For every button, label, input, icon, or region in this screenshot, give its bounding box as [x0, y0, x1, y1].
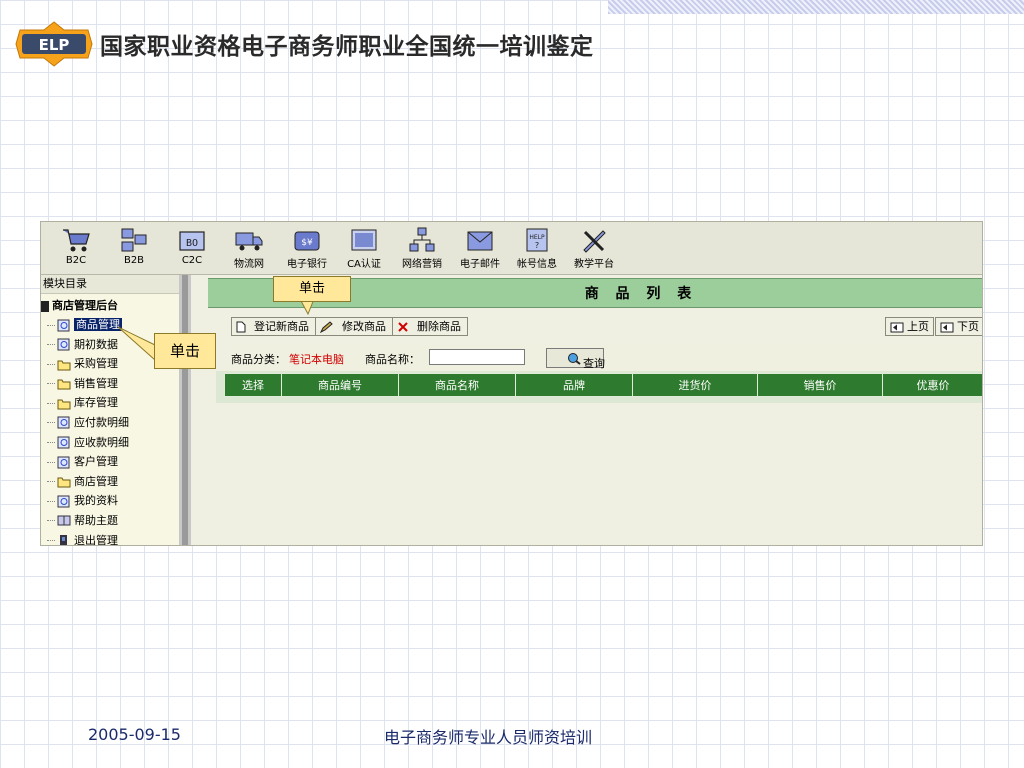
module-toolbar: B2C B2B BO C2C 物流网 $¥ 电子银行 CA认证 网络营销 电子邮…	[41, 222, 982, 275]
register-product-button[interactable]: 登记新商品	[231, 317, 316, 336]
slide-title: 国家职业资格电子商务师职业全国统一培训鉴定	[100, 34, 594, 60]
svg-text:?: ?	[535, 241, 539, 250]
page-icon	[57, 338, 70, 351]
top-decoration-strip	[608, 0, 1024, 14]
prev-page-button[interactable]: 上页	[885, 317, 934, 336]
col-product-id[interactable]: 商品编号	[281, 373, 399, 397]
pagination: 上页 下页	[884, 317, 982, 336]
toolbar-ebank[interactable]: $¥ 电子银行	[281, 226, 333, 270]
toolbar-teaching[interactable]: 教学平台	[569, 226, 619, 270]
email-icon	[467, 231, 493, 251]
elp-logo: ELP	[14, 20, 94, 68]
footer-date: 2005-09-15	[88, 725, 181, 744]
col-sale-price[interactable]: 销售价	[757, 373, 883, 397]
svg-text:ELP: ELP	[39, 36, 70, 54]
sidebar-scrollbar[interactable]	[179, 275, 191, 545]
edit-product-button[interactable]: 修改商品	[315, 317, 393, 336]
col-product-name[interactable]: 商品名称	[398, 373, 516, 397]
sidebar-item-receivables[interactable]: 应收款明细	[41, 433, 179, 453]
sidebar-item-my-profile[interactable]: 我的资料	[41, 491, 179, 511]
sidebar-header: 模块目录	[41, 275, 179, 294]
bank-wallet-icon: $¥	[294, 231, 320, 251]
page-icon	[57, 495, 70, 508]
sidebar-item-store-management[interactable]: 商店管理	[41, 472, 179, 492]
delete-product-button[interactable]: 删除商品	[392, 317, 468, 336]
callout-click-register: 单击	[273, 276, 351, 302]
scrollbar-track	[182, 275, 188, 545]
col-select[interactable]: 选择	[224, 373, 282, 397]
product-name-input[interactable]	[429, 349, 525, 365]
folder-icon	[57, 477, 71, 488]
sidebar-item-help[interactable]: 帮助主题	[41, 511, 179, 531]
tools-icon	[583, 230, 606, 253]
next-page-icon	[940, 322, 954, 332]
sidebar-item-payables[interactable]: 应付款明细	[41, 413, 179, 433]
query-button[interactable]: 查询	[546, 348, 605, 370]
new-page-icon	[236, 321, 246, 333]
svg-text:HELP: HELP	[529, 234, 545, 241]
col-discount-price[interactable]: 优惠价	[882, 373, 982, 397]
toolbar-b2b[interactable]: B2B	[117, 226, 151, 266]
category-label: 商品分类：	[231, 353, 286, 366]
col-purchase-price[interactable]: 进货价	[632, 373, 758, 397]
toolbar-b2c[interactable]: B2C	[59, 226, 93, 266]
page-icon	[57, 436, 70, 449]
toolbar-marketing[interactable]: 网络营销	[397, 226, 447, 270]
product-table: 选择 商品编号 商品名称 品牌 进货价 销售价 优惠价	[224, 373, 982, 397]
folder-icon	[57, 360, 71, 371]
page-icon	[57, 416, 70, 429]
page-icon	[57, 319, 70, 331]
svg-text:BO: BO	[186, 238, 198, 249]
module-sidebar: 模块目录 商店管理后台 商品管理 期初数据 采购管理 销售管理 库存管理 应付款…	[41, 275, 179, 545]
toolbar-email[interactable]: 电子邮件	[455, 226, 505, 270]
help-account-icon: HELP ?	[526, 228, 548, 252]
folder-icon	[57, 399, 71, 410]
sidebar-item-exit[interactable]: 退出管理	[41, 531, 179, 545]
prev-page-icon	[890, 322, 904, 332]
callout-click-product-management: 单击	[154, 333, 216, 369]
product-list-panel: 商 品 列 表 登记新商品 修改商品 删除商品 上页 下页 商品分类： 笔记本电…	[191, 275, 982, 545]
search-bar: 商品分类： 笔记本电脑 商品名称： 查询	[229, 345, 982, 371]
folder-icon	[57, 379, 71, 390]
cart-icon	[63, 229, 90, 252]
action-buttons: 登记新商品 修改商品 删除商品	[231, 317, 468, 336]
product-table-container: 选择 商品编号 商品名称 品牌 进货价 销售价 优惠价	[216, 371, 982, 403]
search-globe-icon	[568, 352, 581, 365]
certificate-icon	[351, 229, 377, 251]
pencil-icon	[320, 321, 333, 333]
category-value[interactable]: 笔记本电脑	[289, 351, 344, 367]
exit-icon	[60, 535, 67, 545]
delete-x-icon	[398, 322, 408, 332]
sidebar-item-customers[interactable]: 客户管理	[41, 452, 179, 472]
toolbar-ca[interactable]: CA认证	[343, 226, 385, 270]
app-screenshot: B2C B2B BO C2C 物流网 $¥ 电子银行 CA认证 网络营销 电子邮…	[40, 221, 983, 546]
truck-icon	[235, 232, 263, 251]
toolbar-account[interactable]: HELP ? 帐号信息	[513, 226, 561, 270]
svg-text:$¥: $¥	[301, 238, 313, 248]
b2b-network-icon	[121, 228, 147, 252]
sidebar-item-sales[interactable]: 销售管理	[41, 374, 179, 394]
next-page-button[interactable]: 下页	[935, 317, 982, 336]
toolbar-c2c[interactable]: BO C2C	[175, 226, 209, 266]
admin-user-icon	[41, 300, 49, 312]
col-brand[interactable]: 品牌	[515, 373, 633, 397]
table-header-row: 选择 商品编号 商品名称 品牌 进货价 销售价 优惠价	[224, 373, 982, 397]
toolbar-logistics[interactable]: 物流网	[227, 226, 271, 270]
sidebar-root[interactable]: 商店管理后台	[41, 294, 179, 315]
name-label: 商品名称：	[365, 353, 420, 366]
sidebar-item-inventory[interactable]: 库存管理	[41, 393, 179, 413]
help-book-icon	[57, 515, 71, 526]
c2c-icon: BO	[179, 231, 205, 251]
network-tree-icon	[409, 227, 435, 252]
page-icon	[57, 456, 70, 469]
footer-text: 电子商务师专业人员师资培训	[384, 728, 593, 747]
sidebar-item-product-management[interactable]: 商品管理	[41, 315, 179, 335]
